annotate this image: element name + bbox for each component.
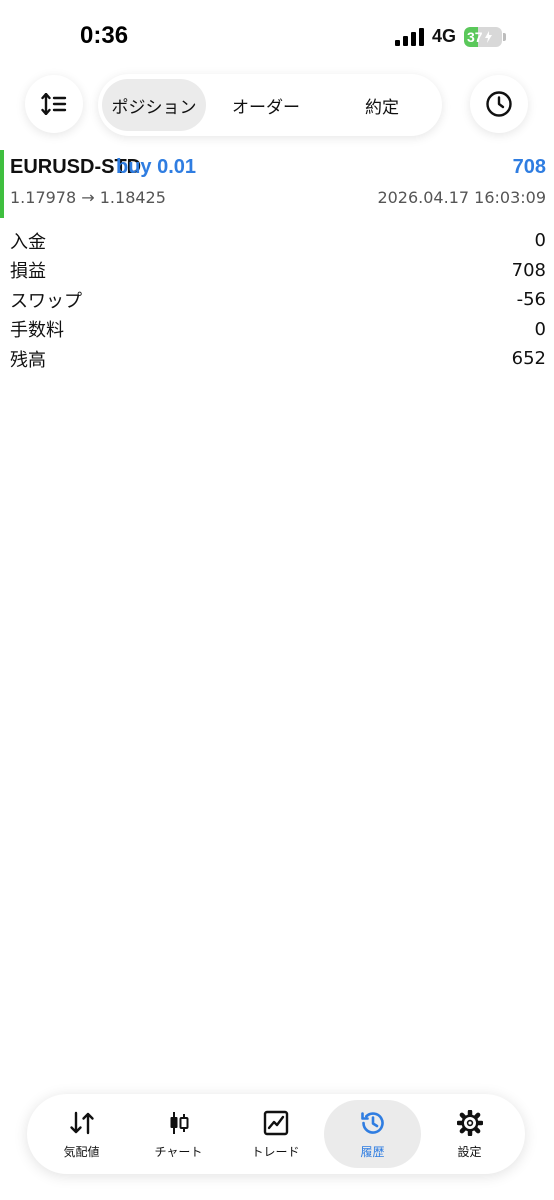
- tab-switcher: ポジション オーダー 約定: [98, 74, 442, 136]
- trade-item[interactable]: EURUSD-STD buy 0.01 708 1.17978 → 1.1842…: [0, 150, 554, 218]
- detail-label: 手数料: [10, 320, 64, 342]
- nav-label: チャート: [154, 1144, 203, 1159]
- detail-value: 652: [511, 348, 546, 370]
- detail-value: 708: [511, 259, 546, 281]
- nav-settings[interactable]: 設定: [421, 1100, 518, 1168]
- detail-row-swap: スワップ -56: [10, 285, 546, 315]
- trade-prices: 1.17978 → 1.18425: [10, 188, 166, 207]
- signal-icon: [394, 27, 424, 46]
- nav-label: トレード: [251, 1144, 300, 1159]
- settings-icon: [456, 1109, 484, 1137]
- tab-orders[interactable]: オーダー: [206, 79, 326, 131]
- detail-row-profit: 損益 708: [10, 256, 546, 286]
- trade-profit: 708: [512, 156, 546, 178]
- nav-quotes[interactable]: 気配値: [33, 1100, 130, 1168]
- status-bar: 0:36 4G 37: [0, 0, 554, 72]
- trade-side-volume: buy 0.01: [116, 156, 197, 178]
- detail-label: スワップ: [10, 290, 82, 312]
- detail-row-balance: 残高 652: [10, 344, 546, 374]
- chart-icon: [165, 1109, 193, 1137]
- summary-details: 入金 0 損益 708 スワップ -56 手数料 0 残高 652: [10, 226, 546, 374]
- detail-value: -56: [516, 289, 546, 311]
- bottom-navigation: 気配値 チャート トレード 履歴 設定: [27, 1094, 525, 1174]
- detail-label: 損益: [10, 261, 46, 283]
- nav-label: 設定: [457, 1144, 482, 1159]
- buy-indicator-bar: [0, 150, 4, 218]
- detail-row-deposit: 入金 0: [10, 226, 546, 256]
- nav-trade[interactable]: トレード: [227, 1100, 324, 1168]
- detail-label: 残高: [10, 349, 46, 371]
- nav-chart[interactable]: チャート: [130, 1100, 227, 1168]
- tab-positions[interactable]: ポジション: [102, 79, 206, 131]
- history-period-button[interactable]: [470, 75, 528, 133]
- trade-datetime: 2026.04.17 16:03:09: [377, 188, 546, 207]
- quotes-icon: [68, 1109, 96, 1137]
- trade-icon: [262, 1109, 290, 1137]
- detail-value: 0: [534, 230, 546, 252]
- status-time: 0:36: [80, 22, 129, 49]
- tab-deals[interactable]: 約定: [326, 79, 438, 131]
- sort-button[interactable]: [25, 75, 83, 133]
- battery-level: 37: [467, 28, 483, 45]
- nav-label: 履歴: [360, 1144, 385, 1159]
- charging-icon: [484, 30, 492, 43]
- sort-icon: [41, 93, 67, 115]
- nav-label: 気配値: [63, 1144, 100, 1159]
- battery-icon: 37: [464, 26, 506, 47]
- clock-icon: [486, 91, 512, 117]
- detail-row-commission: 手数料 0: [10, 315, 546, 345]
- history-icon: [359, 1109, 387, 1137]
- detail-value: 0: [534, 318, 546, 340]
- network-type: 4G: [431, 26, 456, 46]
- nav-history[interactable]: 履歴: [324, 1100, 421, 1168]
- status-indicators: 4G 37: [394, 26, 506, 47]
- screen: 0:36 4G 37 ポジション オーダー 約定 EURUSD-STD buy …: [0, 0, 554, 1200]
- detail-label: 入金: [10, 231, 46, 253]
